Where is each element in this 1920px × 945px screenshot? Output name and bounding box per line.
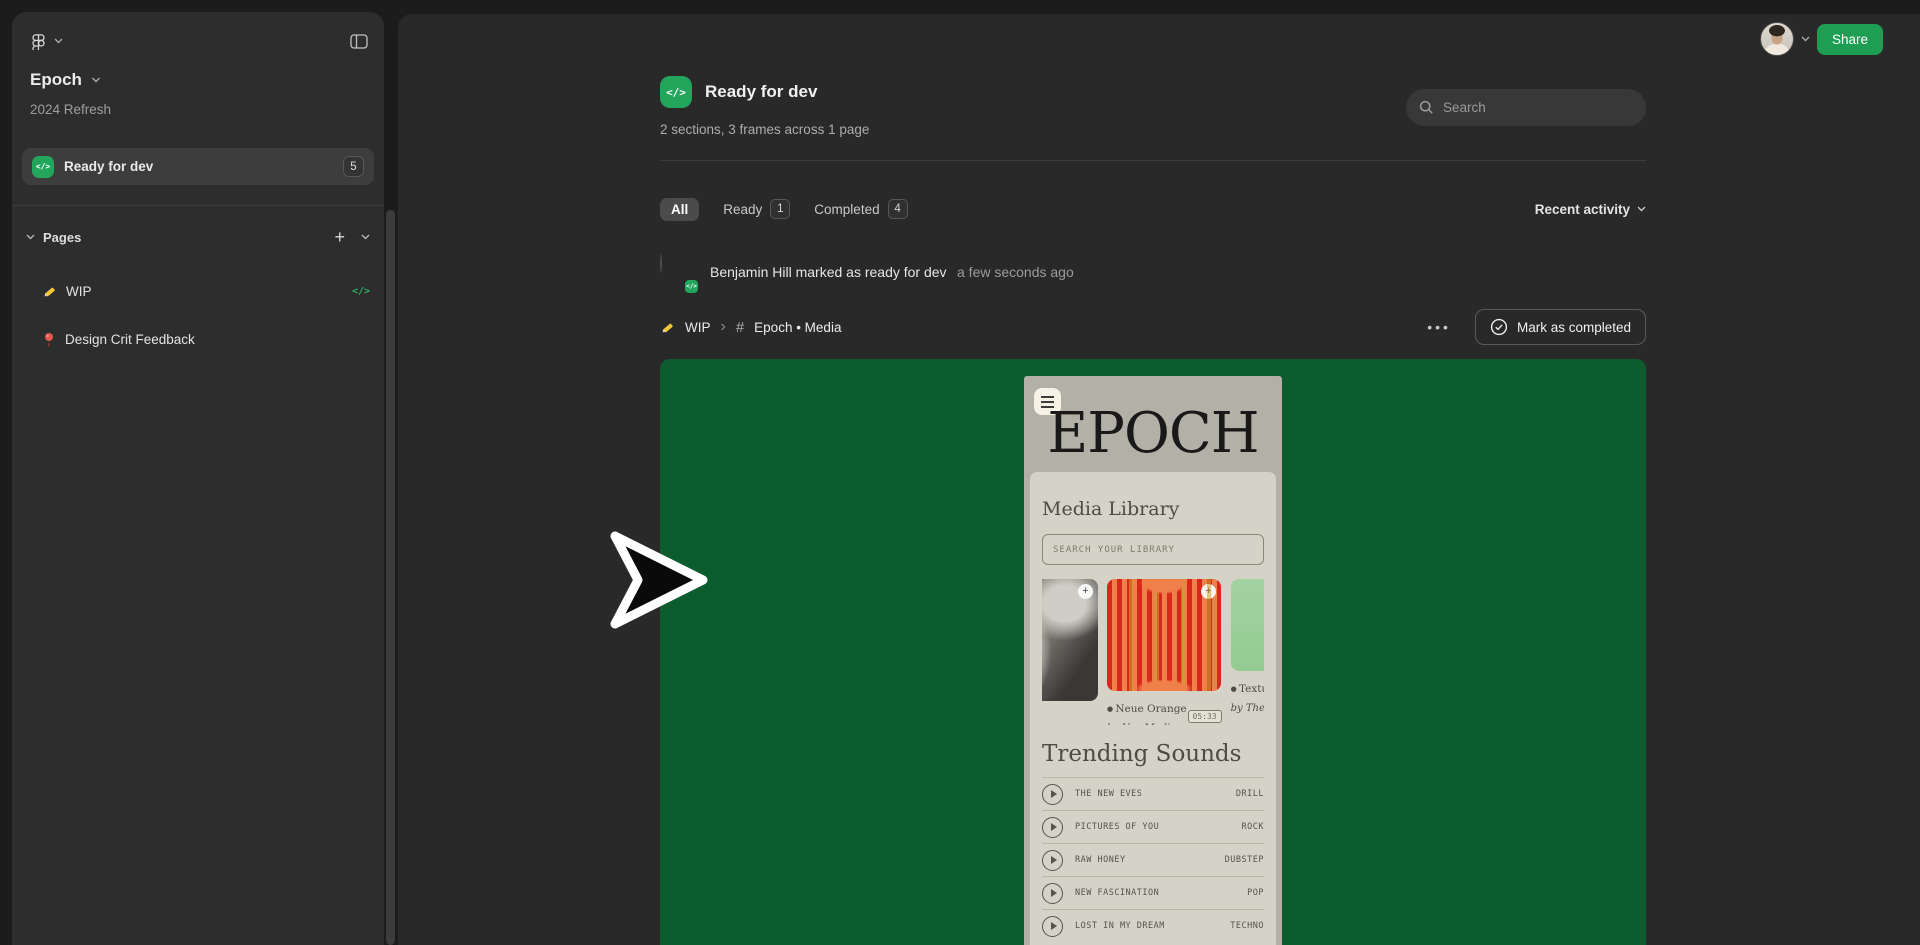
sidebar: Epoch 2024 Refresh </> Ready for dev 5 P… [12,12,384,945]
dev-mode-icon: </> [32,155,54,178]
add-page-button[interactable]: + [334,228,345,246]
overflow-menu-button[interactable]: ••• [1427,319,1451,335]
chevron-right-icon: › [720,318,726,335]
library-search-input [1042,534,1264,565]
frame-hash-icon: # [735,318,745,336]
ready-count-badge: 1 [770,199,791,219]
tab-completed[interactable]: Completed 4 [814,199,908,219]
file-name: Epoch [30,70,82,89]
search-box[interactable] [1406,89,1646,126]
ready-for-dev-label: Ready for dev [64,159,154,174]
play-icon [1042,915,1063,937]
library-title: Media Library [1042,498,1180,520]
plus-icon: + [1201,584,1216,599]
pin-icon [42,332,56,347]
search-icon [1419,100,1434,115]
plus-icon: + [1078,584,1093,599]
app-masthead: EPOCH [1047,401,1259,466]
track-list: THE NEW EVES DRILL PICTURES OF YOU ROCK … [1042,777,1264,942]
activity-text: Benjamin Hill marked as ready for dev [710,264,947,280]
media-title: Texturizer [1231,683,1264,695]
sidebar-item-page-wip[interactable]: WIP </> [26,276,370,306]
figma-dev-mode-window: Epoch 2024 Refresh </> Ready for dev 5 P… [0,0,1920,945]
sidebar-item-page-design-crit-feedback[interactable]: Design Crit Feedback [26,324,370,354]
track-row: NEW FASCINATION POP [1042,876,1264,909]
chevron-down-icon[interactable] [1801,36,1810,42]
breadcrumb-page[interactable]: WIP [685,320,711,335]
sidebar-divider [12,205,384,206]
search-input[interactable] [1443,100,1633,115]
project-name: 2024 Refresh [30,102,112,117]
ready-for-dev-count-badge: 5 [343,156,364,177]
pencil-icon [42,284,57,299]
collapse-sidebar-button[interactable] [350,33,368,49]
media-card-1: + 03:25 [1042,579,1098,725]
breadcrumb: WIP › # Epoch • Media ••• Mark as comple… [660,308,1646,346]
track-row: LOST IN MY DREAM TECHNO [1042,909,1264,942]
page-label: WIP [66,283,92,299]
page-title: Ready for dev [705,82,818,101]
track-row: THE NEW EVES DRILL [1042,777,1264,810]
pages-section-header: Pages [43,229,82,245]
media-card-2: + Neue Orange by Van Madison 05:33 [1107,579,1222,725]
user-avatar[interactable] [1760,22,1794,56]
sidebar-scrollbar[interactable] [386,210,395,945]
track-row: RAW HONEY DUBSTEP [1042,843,1264,876]
tab-all[interactable]: All [660,197,700,221]
main-panel: Share </> Ready for dev 2 sections, 3 fr… [398,14,1920,945]
chevron-down-icon[interactable] [26,234,35,240]
completed-count-badge: 4 [887,199,908,219]
figma-main-menu-button[interactable] [30,33,63,50]
dev-mode-icon: </> [351,285,370,297]
play-icon [1042,783,1063,805]
activity-row: </> Benjamin Hill marked as ready for de… [660,252,1646,295]
phone-mockup: EPOCH Media Library + 03:25 [1024,376,1282,945]
chevron-down-icon [91,77,101,83]
play-icon [1042,849,1063,871]
chevron-down-icon [54,38,63,44]
media-artist: by The RR [1230,703,1264,714]
media-library-card: Media Library + 03:25 [1030,472,1276,945]
media-artwork [1230,579,1264,671]
tab-ready[interactable]: Ready 1 [723,199,791,219]
mark-as-completed-button[interactable]: Mark as completed [1474,309,1646,345]
dev-mode-icon: </> [683,278,700,295]
pencil-icon [660,320,675,335]
chevron-down-icon[interactable] [361,234,370,240]
duration-badge: 05:33 [1187,709,1222,723]
check-circle-icon [1490,318,1508,336]
activity-timestamp: a few seconds ago [957,264,1074,280]
header-divider [660,160,1646,161]
media-artwork: + [1042,579,1098,701]
play-icon [1042,882,1063,904]
trending-sounds-title: Trending Sounds [1042,741,1242,767]
media-artwork: + [1107,579,1221,691]
play-icon [1042,816,1063,838]
media-artist: by Van Madison [1107,723,1188,725]
chevron-down-icon [1637,206,1646,212]
share-button[interactable]: Share [1817,23,1883,55]
page-label: Design Crit Feedback [65,331,195,347]
collapse-sidebar-icon [350,33,368,49]
benjamin-hill-avatar[interactable] [660,254,662,273]
breadcrumb-frame[interactable]: Epoch • Media [754,320,841,335]
track-row: PICTURES OF YOU ROCK [1042,810,1264,843]
figma-logo-icon [30,33,47,50]
file-name-menu[interactable]: Epoch [30,70,101,90]
sort-dropdown[interactable]: Recent activity [1535,202,1646,217]
frame-preview-epoch-media[interactable]: EPOCH Media Library + 03:25 [660,359,1646,945]
media-title: Neue Orange [1107,703,1187,715]
dev-mode-icon: </> [660,76,692,108]
media-carousel: + 03:25 + Neue Orange [1042,579,1264,725]
media-card-3: Texturizer by The RR [1230,579,1264,725]
sidebar-item-ready-for-dev[interactable]: </> Ready for dev 5 [22,148,374,185]
